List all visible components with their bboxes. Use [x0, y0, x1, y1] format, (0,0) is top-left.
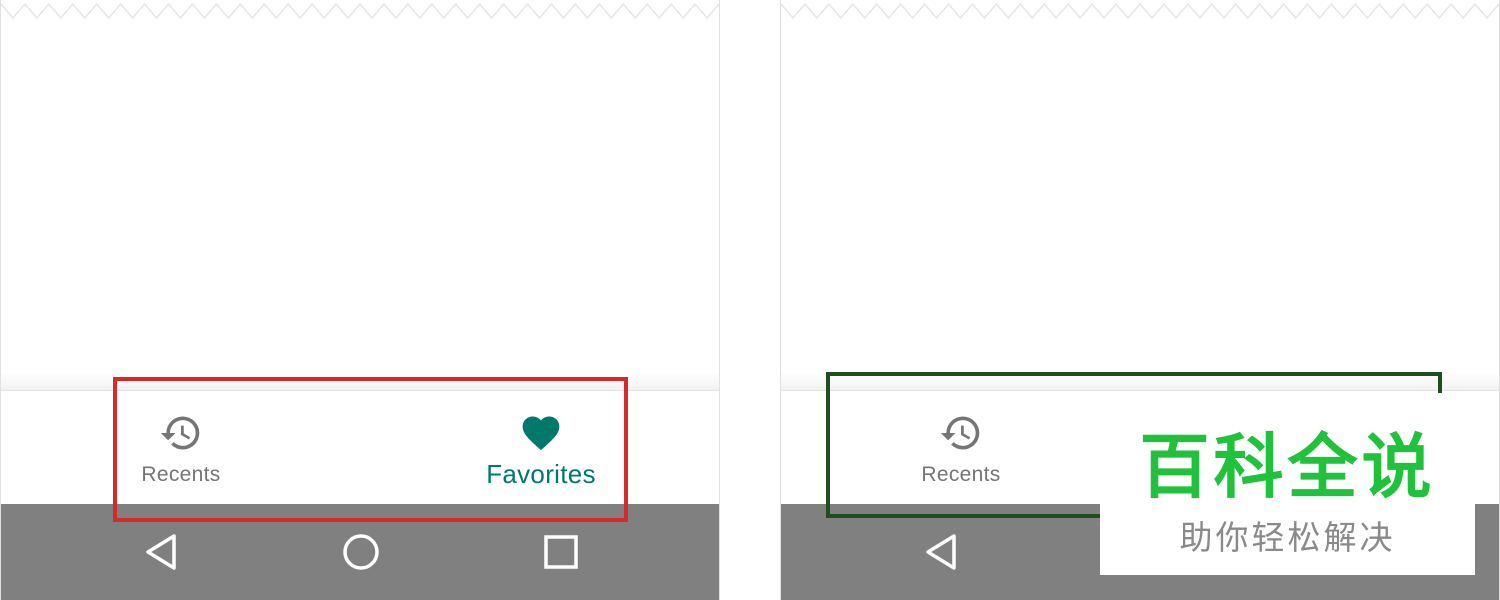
heart-icon [519, 411, 563, 455]
bottom-nav-shadow [781, 372, 1499, 390]
nav-item-label: Favorites [486, 459, 596, 489]
screenshot-canvas: Recents Favorites Recents 百科全说 助你轻松解决 [0, 0, 1500, 600]
overview-icon[interactable] [539, 530, 583, 574]
phone-screen-left: Recents Favorites [0, 0, 720, 600]
back-icon[interactable] [139, 530, 183, 574]
nav-item-recents[interactable]: Recents [81, 391, 281, 505]
torn-edge-decoration [781, 2, 1499, 20]
watermark-subtitle: 助你轻松解决 [1179, 519, 1396, 556]
torn-edge-decoration [1, 2, 719, 20]
history-icon [939, 411, 983, 455]
nav-item-label: Recents [141, 463, 221, 486]
watermark-logo: 百科全说 助你轻松解决 [1100, 393, 1475, 575]
home-icon[interactable] [339, 530, 383, 574]
bottom-navigation-bar: Recents Favorites [1, 390, 719, 505]
nav-item-favorites[interactable]: Favorites [441, 391, 641, 505]
bottom-nav-shadow [1, 372, 719, 390]
watermark-title: 百科全说 [1139, 428, 1436, 506]
history-icon [159, 411, 203, 455]
back-icon[interactable] [919, 530, 963, 574]
system-navigation-bar [1, 504, 719, 600]
